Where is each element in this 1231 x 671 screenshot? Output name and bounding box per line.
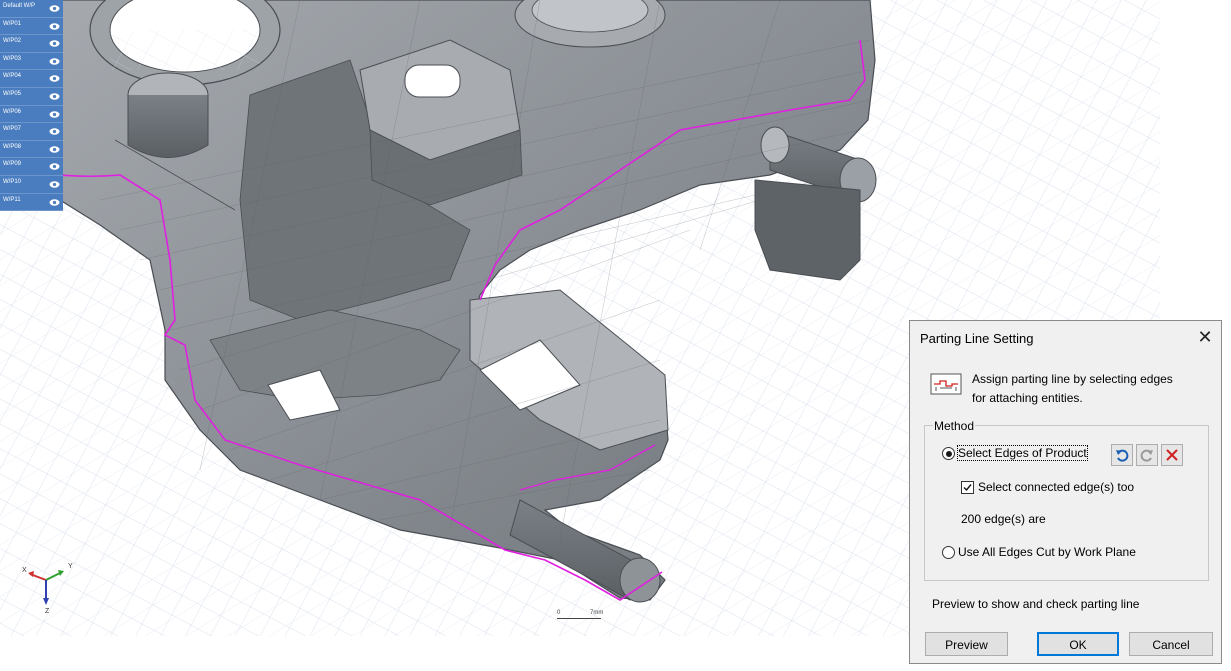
scale-bar: 0 7mm — [556, 610, 606, 624]
eye-icon[interactable] — [49, 161, 60, 172]
work-plane-label: Default W/P — [3, 3, 36, 9]
undo-icon — [1116, 449, 1129, 462]
eye-icon[interactable] — [49, 179, 60, 190]
work-plane-label: W/P11 — [3, 196, 21, 203]
work-plane-label: W/P06 — [3, 108, 22, 115]
method-legend: Method — [933, 418, 976, 434]
preview-hint: Preview to show and check parting line — [932, 597, 1140, 611]
eye-icon[interactable] — [49, 91, 60, 102]
eye-icon[interactable] — [49, 126, 60, 137]
dialog-title: Parting Line Setting — [920, 331, 1034, 346]
work-plane-row-04[interactable]: W/P04 — [0, 70, 63, 88]
eye-icon[interactable] — [49, 197, 60, 208]
eye-icon[interactable] — [49, 109, 60, 120]
work-plane-row-02[interactable]: W/P02 — [0, 35, 63, 53]
edge-count-text: 200 edge(s) are — [961, 512, 1046, 526]
work-plane-row-03[interactable]: W/P03 — [0, 53, 63, 71]
eye-icon[interactable] — [49, 73, 60, 84]
undo-button[interactable] — [1111, 444, 1133, 466]
work-plane-row-07[interactable]: W/P07 — [0, 123, 63, 141]
work-plane-label: W/P10 — [3, 179, 22, 185]
work-plane-row-01[interactable]: W/P01 — [0, 18, 63, 36]
dialog-description: Assign parting line by selecting edges f… — [972, 370, 1202, 408]
work-plane-row-05[interactable]: W/P05 — [0, 88, 63, 106]
work-plane-row-default[interactable]: Default W/P — [0, 0, 63, 18]
work-plane-row-09[interactable]: W/P09 — [0, 158, 63, 176]
work-plane-row-06[interactable]: W/P06 — [0, 106, 63, 124]
eye-icon[interactable] — [49, 21, 60, 32]
delete-x-icon — [1166, 449, 1178, 461]
ok-button[interactable]: OK — [1037, 632, 1119, 656]
parting-line-setting-dialog: Parting Line Setting ✕ Assign parting li… — [909, 320, 1222, 664]
redo-icon — [1140, 449, 1153, 462]
axis-y-label: Y — [68, 563, 73, 570]
parting-line-icon — [930, 372, 962, 396]
scale-end-label: 7mm — [590, 610, 604, 616]
dialog-description-line1: Assign parting line by selecting edges — [972, 372, 1173, 386]
scale-start-label: 0 — [557, 610, 561, 616]
work-plane-label: W/P03 — [3, 55, 22, 62]
close-icon[interactable]: ✕ — [1193, 325, 1217, 349]
work-plane-row-11[interactable]: W/P11 — [0, 194, 63, 212]
all-edges-label[interactable]: Use All Edges Cut by Work Plane — [958, 545, 1136, 559]
preview-button[interactable]: Preview — [925, 632, 1008, 656]
work-plane-label: W/P09 — [3, 161, 22, 168]
scale-line — [557, 618, 601, 619]
eye-icon[interactable] — [49, 38, 60, 49]
all-edges-radio[interactable] — [942, 546, 955, 559]
redo-button[interactable] — [1136, 444, 1158, 466]
connected-edges-checkbox[interactable] — [961, 481, 974, 494]
eye-icon[interactable] — [49, 56, 60, 67]
connected-edges-label[interactable]: Select connected edge(s) too — [978, 480, 1134, 494]
axis-x-label: X — [22, 567, 27, 574]
work-plane-label: W/P07 — [3, 126, 22, 133]
axis-triad-icon: X Y Z — [18, 560, 78, 615]
work-plane-row-10[interactable]: W/P10 — [0, 176, 63, 194]
eye-icon[interactable] — [49, 3, 60, 14]
work-plane-row-08[interactable]: W/P08 — [0, 141, 63, 159]
work-plane-panel: Default W/P W/P01 W/P02 W/P03 W/P04 W/P0… — [0, 0, 63, 212]
dialog-description-line2: for attaching entities. — [972, 391, 1083, 405]
method-group: Method Select Edges of Product Select co… — [924, 418, 1209, 581]
work-plane-label: W/P08 — [3, 143, 22, 150]
work-plane-label: W/P05 — [3, 91, 22, 97]
cancel-button[interactable]: Cancel — [1129, 632, 1213, 656]
work-plane-label: W/P04 — [3, 73, 22, 80]
work-plane-label: W/P02 — [3, 38, 22, 45]
work-plane-label: W/P01 — [3, 20, 22, 27]
select-edges-label[interactable]: Select Edges of Product — [957, 445, 1088, 461]
select-edges-radio[interactable] — [942, 447, 955, 460]
eye-icon[interactable] — [49, 144, 60, 155]
delete-button[interactable] — [1161, 444, 1183, 466]
axis-z-label: Z — [45, 608, 50, 615]
